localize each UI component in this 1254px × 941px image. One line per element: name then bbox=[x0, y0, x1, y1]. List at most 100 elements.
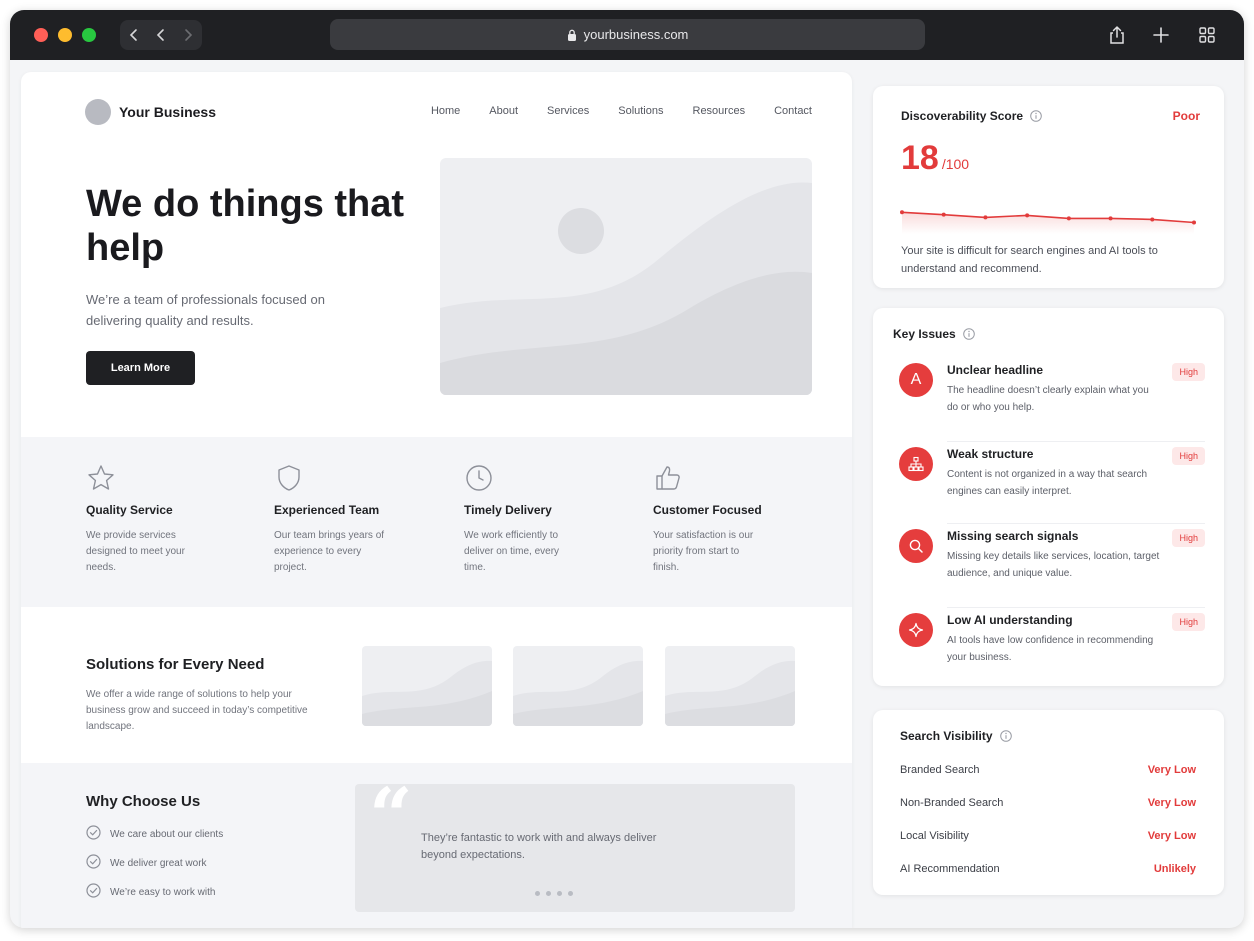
issue-desc: Missing key details like services, locat… bbox=[947, 551, 1160, 579]
issue-title: Unclear headline bbox=[947, 363, 1044, 377]
feature-customer-focused: Customer Focused Your satisfaction is ou… bbox=[653, 463, 823, 576]
nav-home[interactable]: Home bbox=[431, 105, 460, 117]
hero-subtitle: We’re a team of professionals focused on… bbox=[86, 292, 325, 328]
feature-title: Quality Service bbox=[86, 503, 173, 517]
issues-card-title: Key Issues bbox=[893, 327, 975, 341]
score-rating: Poor bbox=[1172, 109, 1200, 123]
browser-window: yourbusiness.com Your Business Home Abou… bbox=[10, 10, 1244, 928]
feature-desc: We provide services designed to meet you… bbox=[86, 530, 185, 573]
url-text: yourbusiness.com bbox=[583, 27, 689, 42]
visibility-value: Very Low bbox=[1147, 764, 1196, 776]
feature-desc: We work efficiently to deliver on time, … bbox=[464, 530, 560, 573]
visibility-value: Very Low bbox=[1147, 797, 1196, 809]
carousel-dot[interactable] bbox=[546, 891, 551, 896]
lock-icon bbox=[567, 29, 577, 41]
feature-title: Experienced Team bbox=[274, 503, 380, 517]
visibility-label: Local Visibility bbox=[900, 830, 969, 842]
solution-image-placeholder bbox=[513, 646, 643, 726]
visibility-row: Non-Branded Search Very Low bbox=[900, 797, 1196, 809]
score-card-title-text: Discoverability Score bbox=[901, 109, 1024, 123]
discoverability-score-card: Discoverability Score Poor 18/100 Your s… bbox=[873, 86, 1224, 288]
why-item: We deliver great work bbox=[86, 854, 207, 872]
divider bbox=[947, 441, 1205, 442]
close-window-button[interactable] bbox=[34, 28, 48, 42]
issue-title: Low AI understanding bbox=[947, 613, 1073, 627]
nav-resources[interactable]: Resources bbox=[693, 105, 746, 117]
nav-about[interactable]: About bbox=[489, 105, 518, 117]
issue-low-ai-understanding[interactable]: Low AI understanding AI tools have low c… bbox=[899, 613, 1205, 685]
carousel-dot[interactable] bbox=[557, 891, 562, 896]
trend-point bbox=[1066, 216, 1071, 221]
address-bar[interactable]: yourbusiness.com bbox=[330, 19, 925, 50]
search-icon bbox=[899, 529, 933, 563]
divider bbox=[947, 523, 1205, 524]
feature-desc: Our team brings years of experience to e… bbox=[274, 530, 385, 573]
why-item-label: We care about our clients bbox=[110, 828, 224, 840]
sitemap-icon bbox=[899, 447, 933, 481]
solutions-title: Solutions for Every Need bbox=[86, 656, 265, 673]
issue-missing-search-signals[interactable]: Missing search signals Missing key detai… bbox=[899, 529, 1205, 601]
learn-more-button[interactable]: Learn More bbox=[86, 351, 195, 385]
website-preview: Your Business Home About Services Soluti… bbox=[21, 72, 852, 928]
carousel-dot[interactable] bbox=[535, 891, 540, 896]
search-visibility-card: Search Visibility Branded Search Very Lo… bbox=[873, 710, 1224, 895]
issue-unclear-headline[interactable]: A Unclear headline The headline doesn’t … bbox=[899, 363, 1205, 435]
visibility-card-title: Search Visibility bbox=[900, 729, 1012, 743]
visibility-value: Unlikely bbox=[1153, 863, 1196, 875]
hero-image-placeholder bbox=[440, 158, 812, 395]
site-nav: Home About Services Solutions Resources … bbox=[431, 105, 812, 117]
sidebar-icon[interactable] bbox=[120, 20, 147, 50]
divider bbox=[947, 607, 1205, 608]
visibility-label: Branded Search bbox=[900, 764, 980, 776]
trend-point bbox=[900, 210, 904, 215]
minimize-window-button[interactable] bbox=[58, 28, 72, 42]
shield-icon bbox=[274, 463, 304, 493]
key-issues-card: Key Issues A Unclear headline The headli… bbox=[873, 308, 1224, 686]
visibility-label: Non-Branded Search bbox=[900, 797, 1004, 809]
feature-timely-delivery: Timely Delivery We work efficiently to d… bbox=[464, 463, 634, 576]
issue-title: Weak structure bbox=[947, 447, 1034, 461]
tab-overview-icon[interactable] bbox=[1196, 24, 1218, 46]
testimonial-card: “ They’re fantastic to work with and alw… bbox=[355, 778, 795, 912]
info-icon[interactable] bbox=[1030, 110, 1042, 122]
carousel-dots[interactable] bbox=[535, 891, 573, 896]
thumbs-up-icon bbox=[653, 463, 683, 493]
nav-solutions[interactable]: Solutions bbox=[618, 105, 663, 117]
trend-point bbox=[941, 212, 946, 217]
feature-experienced-team: Experienced Team Our team brings years o… bbox=[274, 463, 444, 576]
feature-title: Timely Delivery bbox=[464, 503, 552, 517]
info-icon[interactable] bbox=[962, 328, 975, 340]
info-icon[interactable] bbox=[999, 730, 1012, 742]
why-choose-us-section: Why Choose Us We care about our clients … bbox=[21, 763, 852, 928]
quote-icon: “ bbox=[369, 771, 413, 860]
back-icon[interactable] bbox=[147, 20, 174, 50]
feature-title: Customer Focused bbox=[653, 503, 762, 517]
nav-button-group bbox=[120, 20, 202, 50]
nav-services[interactable]: Services bbox=[547, 105, 589, 117]
clock-icon bbox=[464, 463, 494, 493]
check-circle-icon bbox=[86, 883, 101, 901]
nav-contact[interactable]: Contact bbox=[774, 105, 812, 117]
score-description: Your site is difficult for search engine… bbox=[901, 245, 1158, 275]
why-title: Why Choose Us bbox=[86, 793, 201, 810]
visibility-label: AI Recommendation bbox=[900, 863, 1000, 875]
carousel-dot[interactable] bbox=[568, 891, 573, 896]
issue-weak-structure[interactable]: Weak structure Content is not organized … bbox=[899, 447, 1205, 519]
severity-badge: High bbox=[1172, 613, 1205, 631]
trend-point bbox=[1108, 216, 1113, 221]
issue-title: Missing search signals bbox=[947, 529, 1079, 543]
features-section: Quality Service We provide services desi… bbox=[21, 437, 852, 607]
share-icon[interactable] bbox=[1106, 24, 1128, 46]
forward-icon[interactable] bbox=[174, 20, 201, 50]
visibility-row: Local Visibility Very Low bbox=[900, 830, 1196, 842]
trend-point bbox=[1025, 213, 1030, 218]
solution-image-placeholder bbox=[362, 646, 492, 726]
score-trend-chart bbox=[900, 210, 1196, 234]
feature-desc: Your satisfaction is our priority from s… bbox=[653, 530, 754, 573]
solutions-desc: We offer a wide range of solutions to he… bbox=[86, 689, 308, 732]
score-max: /100 bbox=[941, 156, 970, 172]
maximize-window-button[interactable] bbox=[82, 28, 96, 42]
hero-title: We do things that help bbox=[86, 183, 405, 269]
visibility-row: Branded Search Very Low bbox=[900, 764, 1196, 776]
new-tab-icon[interactable] bbox=[1150, 24, 1172, 46]
